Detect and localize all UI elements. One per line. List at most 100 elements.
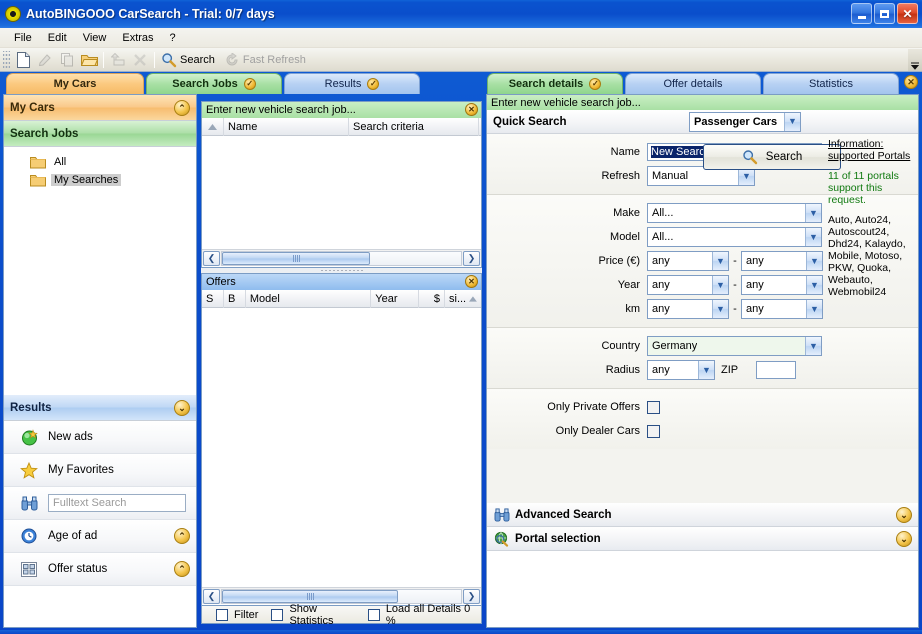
- menu-item-extras[interactable]: Extras: [114, 30, 161, 46]
- sidebar-item-fulltext-search[interactable]: Fulltext Search: [4, 487, 196, 520]
- info-status: 11 of 11 portals support this request.: [828, 170, 899, 206]
- section-portal-selection[interactable]: Portal selection ⌄: [487, 527, 918, 551]
- tab-close-button[interactable]: ✕: [904, 75, 918, 89]
- column-header-name[interactable]: Name: [224, 117, 349, 136]
- scroll-right-button[interactable]: ❯: [463, 588, 480, 604]
- search-submit-button[interactable]: Search: [703, 144, 841, 170]
- edit-button[interactable]: [34, 50, 56, 70]
- sidebar-section-search-jobs[interactable]: Search Jobs: [4, 121, 196, 147]
- search-jobs-list[interactable]: [202, 136, 481, 249]
- open-folder-button[interactable]: [78, 50, 100, 70]
- search-button[interactable]: [158, 50, 180, 70]
- menu-item-file[interactable]: File: [6, 30, 40, 46]
- toolbar-grip[interactable]: [3, 50, 10, 69]
- country-select[interactable]: Germany ▼: [647, 336, 822, 356]
- offers-list[interactable]: [202, 308, 481, 587]
- km-range-separator: -: [733, 303, 737, 315]
- sidebar-section-my-cars[interactable]: My Cars ⌃: [4, 95, 196, 121]
- column-header-year[interactable]: Year: [371, 289, 420, 308]
- chevron-down-icon: ▼: [805, 337, 821, 355]
- sidebar-item-age-of-ad[interactable]: Age of ad ⌃: [4, 520, 196, 553]
- scroll-left-button[interactable]: ❮: [203, 250, 220, 266]
- only-private-offers-checkbox[interactable]: [647, 400, 660, 414]
- sidebar-empty-area: [4, 189, 196, 395]
- toolbar-separator-2: [154, 51, 155, 68]
- filter-checkbox[interactable]: [216, 608, 228, 621]
- tab-search-jobs[interactable]: Search Jobs: [146, 73, 282, 94]
- make-select[interactable]: All... ▼: [647, 203, 822, 223]
- scroll-track[interactable]: [221, 588, 462, 604]
- collapse-chevron-icon[interactable]: ⌃: [174, 100, 190, 116]
- load-all-details-checkbox[interactable]: [367, 608, 380, 621]
- sidebar-item-my-favorites[interactable]: My Favorites: [4, 454, 196, 487]
- expand-chevron-icon[interactable]: ⌄: [174, 400, 190, 416]
- price-to-select[interactable]: any ▼: [741, 251, 823, 271]
- column-header-size-label: si...: [449, 292, 467, 305]
- year-from-select[interactable]: any ▼: [647, 275, 729, 295]
- delete-button[interactable]: [129, 50, 151, 70]
- scroll-thumb[interactable]: [222, 589, 398, 603]
- column-header-model[interactable]: Model: [246, 289, 372, 308]
- scroll-left-button[interactable]: ❮: [203, 588, 220, 604]
- column-header-sort[interactable]: [202, 117, 224, 136]
- fulltext-search-input[interactable]: Fulltext Search: [48, 494, 186, 512]
- tree-item-all[interactable]: All: [4, 153, 196, 171]
- expand-chevron-icon[interactable]: ⌄: [896, 531, 912, 547]
- km-to-select[interactable]: any ▼: [741, 299, 823, 319]
- pane-close-button[interactable]: ✕: [465, 275, 478, 288]
- scroll-track[interactable]: [221, 250, 462, 266]
- search-jobs-hscrollbar[interactable]: ❮ ❯: [202, 249, 481, 266]
- undo-button[interactable]: [107, 50, 129, 70]
- chevron-down-icon: ▼: [712, 252, 728, 270]
- offers-hscrollbar[interactable]: ❮ ❯: [202, 587, 481, 604]
- minimize-button[interactable]: [851, 3, 872, 24]
- binoculars-icon: [18, 496, 40, 511]
- pane-close-button[interactable]: ✕: [465, 103, 478, 116]
- collapse-chevron-icon[interactable]: ⌃: [174, 561, 190, 577]
- tab-results[interactable]: Results: [284, 73, 420, 94]
- scroll-right-button[interactable]: ❯: [463, 250, 480, 266]
- tab-label: Results: [324, 78, 362, 90]
- menu-item-edit[interactable]: Edit: [40, 30, 75, 46]
- sidebar-item-new-ads[interactable]: New ads: [4, 421, 196, 454]
- km-from-select[interactable]: any ▼: [647, 299, 729, 319]
- tab-search-details[interactable]: Search details: [487, 73, 623, 94]
- expand-chevron-icon[interactable]: ⌄: [896, 507, 912, 523]
- tree-item-my-searches[interactable]: My Searches: [4, 171, 196, 189]
- column-header-search-criteria[interactable]: Search criteria: [349, 117, 479, 136]
- only-dealer-cars-checkbox[interactable]: [647, 424, 660, 438]
- fast-refresh-button[interactable]: [221, 50, 243, 70]
- column-header-size[interactable]: si...: [445, 290, 481, 308]
- sidebar-section-results[interactable]: Results ⌄: [4, 395, 196, 421]
- tab-offer-details[interactable]: Offer details: [625, 73, 761, 94]
- country-label: Country: [601, 340, 640, 352]
- fast-refresh-label[interactable]: Fast Refresh: [243, 54, 312, 66]
- scroll-thumb[interactable]: [222, 251, 370, 265]
- section-advanced-search[interactable]: Advanced Search ⌄: [487, 503, 918, 527]
- model-select[interactable]: All... ▼: [647, 227, 822, 247]
- column-header-price[interactable]: $: [419, 289, 445, 308]
- menu-item-help[interactable]: ?: [162, 30, 184, 46]
- new-document-button[interactable]: [12, 50, 34, 70]
- year-range-separator: -: [733, 279, 737, 291]
- menu-item-view[interactable]: View: [75, 30, 115, 46]
- close-button[interactable]: ✕: [897, 3, 918, 24]
- copy-button[interactable]: [56, 50, 78, 70]
- pane-title-label: Offers: [206, 276, 236, 288]
- tab-my-cars[interactable]: My Cars: [6, 73, 144, 94]
- tab-statistics[interactable]: Statistics: [763, 73, 899, 94]
- filter-label: Filter: [234, 608, 259, 621]
- column-header-s[interactable]: S: [202, 289, 224, 308]
- year-to-select[interactable]: any ▼: [741, 275, 823, 295]
- zip-input[interactable]: [756, 361, 797, 379]
- radius-select[interactable]: any ▼: [647, 360, 715, 380]
- toolbar-overflow-button[interactable]: [908, 48, 922, 71]
- price-from-select[interactable]: any ▼: [647, 251, 729, 271]
- sidebar-item-offer-status[interactable]: Offer status ⌃: [4, 553, 196, 586]
- show-statistics-checkbox[interactable]: [271, 608, 284, 621]
- collapse-chevron-icon[interactable]: ⌃: [174, 528, 190, 544]
- vehicle-type-select[interactable]: Passenger Cars ▼: [689, 111, 801, 132]
- maximize-button[interactable]: [874, 3, 895, 24]
- column-header-b[interactable]: B: [224, 289, 246, 308]
- search-button-label[interactable]: Search: [180, 54, 221, 66]
